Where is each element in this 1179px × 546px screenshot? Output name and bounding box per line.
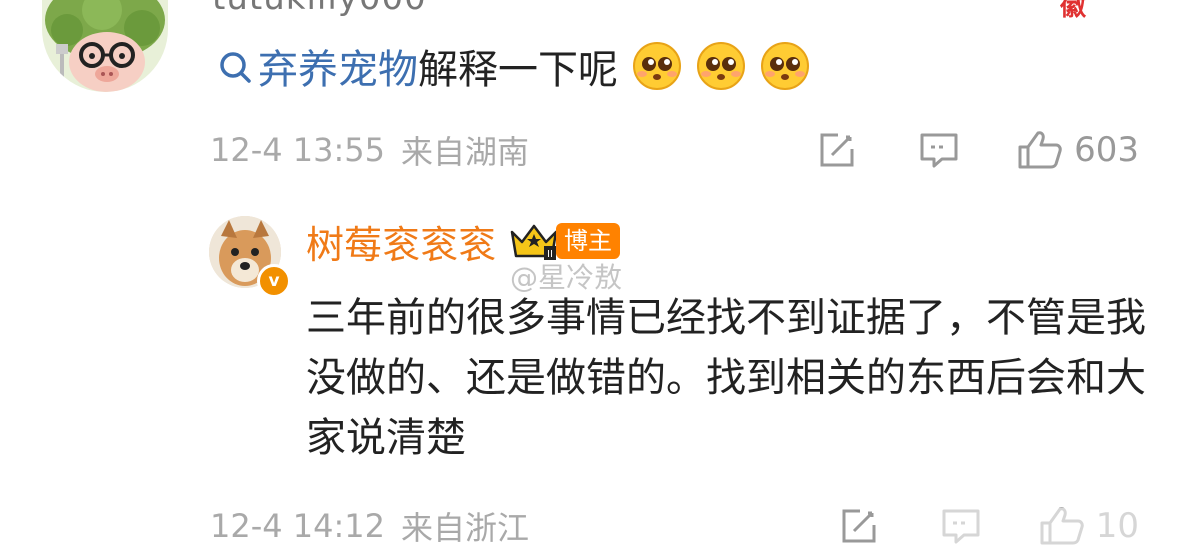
like-count: 603 — [1074, 130, 1139, 170]
weibo-comment-thread: tutukilly000 徽 — [0, 0, 1179, 546]
author-badge: 博主 — [556, 223, 621, 259]
comment-icon[interactable] — [918, 129, 960, 171]
reply-location: 来自浙江 — [401, 509, 530, 546]
comment-meta: 12-4 13:55 来自湖南 603 — [210, 128, 1139, 172]
reply-time: 12-4 14:12 — [210, 507, 386, 545]
topic-link[interactable]: 弃养宠物 — [258, 37, 418, 95]
fade-overlay — [880, 508, 1179, 546]
user-level-badge: 徽 — [1060, 0, 1087, 22]
share-icon[interactable] — [816, 129, 858, 171]
share-icon[interactable] — [838, 505, 880, 546]
comment-time: 12-4 13:55 — [210, 131, 386, 169]
comment-content: 弃养宠物 解释一下呢 — [216, 36, 810, 96]
verified-badge: v — [257, 264, 291, 298]
commenter-username[interactable]: tutukilly000 — [212, 0, 427, 18]
pleading-face-icon — [760, 41, 810, 91]
reply-username[interactable]: 树莓衮衮衮 — [306, 214, 496, 269]
comment-location: 来自湖南 — [401, 133, 530, 171]
pleading-face-icon — [696, 41, 746, 91]
search-icon[interactable] — [216, 46, 256, 86]
comment-actions: 603 — [816, 128, 1139, 172]
comment-text: 解释一下呢 — [418, 47, 618, 93]
like-icon[interactable] — [1016, 129, 1062, 171]
pleading-face-icon — [632, 41, 682, 91]
reply-content: 三年前的很多事情已经找不到证据了，不管是我没做的、还是做错的。找到相关的东西后会… — [306, 295, 1146, 461]
commenter-avatar[interactable] — [42, 0, 168, 92]
